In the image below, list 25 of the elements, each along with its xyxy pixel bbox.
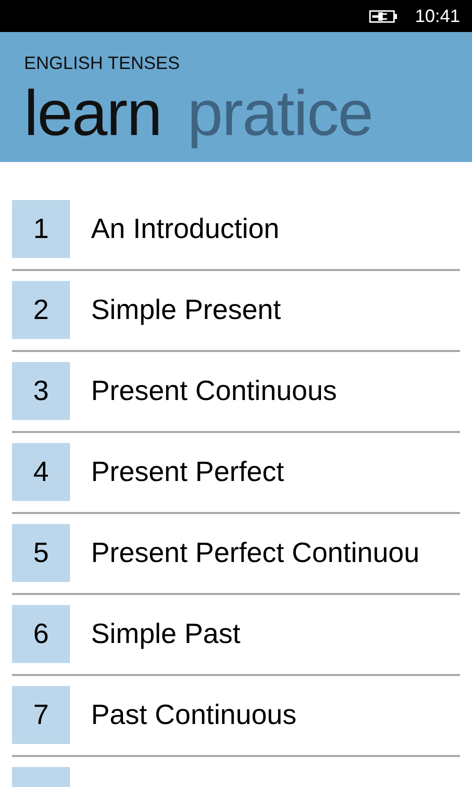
lesson-number: 1 <box>12 200 70 258</box>
lesson-title: Past Continuous <box>91 698 296 732</box>
lesson-title: Present Perfect Continuou <box>91 536 420 570</box>
lesson-item[interactable]: 1 An Introduction <box>0 200 472 258</box>
lesson-title: Present Continuous <box>91 374 337 408</box>
lesson-item[interactable]: 3 Present Continuous <box>0 362 472 420</box>
lesson-title: An Introduction <box>91 212 280 246</box>
lesson-number: 3 <box>12 362 70 420</box>
lesson-number: 4 <box>12 443 70 501</box>
app-title: ENGLISH TENSES <box>24 52 181 74</box>
lesson-number: 6 <box>12 605 70 663</box>
lesson-item[interactable]: 2 Simple Present <box>0 281 472 339</box>
clock-time: 10:41 <box>414 4 460 28</box>
lesson-number: 2 <box>12 281 70 339</box>
pivot-tab[interactable]: learn <box>24 76 162 150</box>
lesson-item[interactable]: 4 Present Perfect <box>0 443 472 501</box>
lesson-title: Simple Past <box>91 617 240 651</box>
lesson-title: Simple Present <box>91 293 281 327</box>
lesson-item[interactable]: 5 Present Perfect Continuou <box>0 524 472 582</box>
lesson-number: 5 <box>12 524 70 582</box>
battery-charging-icon <box>368 8 399 24</box>
lesson-item[interactable]: 6 Simple Past <box>0 605 472 663</box>
lesson-item[interactable]: 7 Past Continuous <box>0 686 472 744</box>
lesson-number: 7 <box>12 686 70 744</box>
lesson-title: Present Perfect <box>91 455 284 489</box>
